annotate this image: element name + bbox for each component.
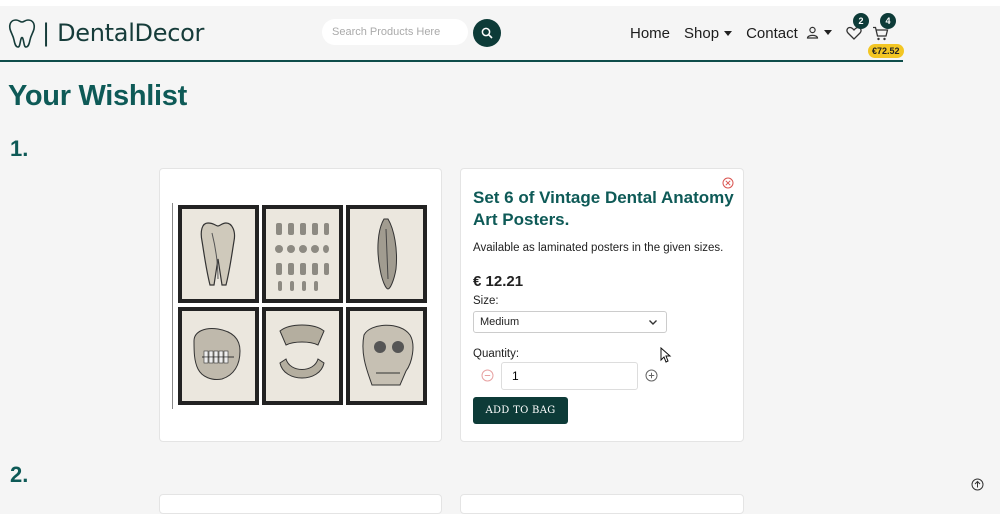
caret-down-icon xyxy=(824,30,832,35)
poster-frame xyxy=(178,307,259,405)
search-button[interactable] xyxy=(473,19,501,47)
cart-count-badge: 4 xyxy=(880,13,896,29)
wishlist-count-badge: 2 xyxy=(853,13,869,29)
chevron-down-icon xyxy=(649,320,657,325)
size-selected-value: Medium xyxy=(480,316,520,328)
scroll-to-top-button[interactable] xyxy=(971,478,984,496)
main-nav: Home Shop Contact xyxy=(630,25,812,42)
poster-frame xyxy=(346,205,427,303)
product-price: € 12.21 xyxy=(473,273,524,290)
brand[interactable]: | DentalDecor xyxy=(8,18,204,48)
item-number: 1. xyxy=(10,136,29,161)
cart-total-badge: €72.52 xyxy=(868,44,904,58)
product-image-card[interactable] xyxy=(159,168,442,442)
user-icon xyxy=(806,26,819,39)
size-select[interactable]: Medium xyxy=(473,311,667,333)
quantity-label: Quantity: xyxy=(473,348,520,360)
product-description: Available as laminated posters in the gi… xyxy=(473,242,724,254)
tooth-icon xyxy=(8,19,36,48)
decrease-quantity-button[interactable] xyxy=(481,369,494,387)
product-title[interactable]: Set 6 of Vintage Dental Anatomy Art Post… xyxy=(473,187,735,231)
poster-frame xyxy=(262,307,343,405)
search-bar xyxy=(322,19,501,47)
poster-frame xyxy=(178,205,259,303)
product-info-card: Set 6 of Vintage Dental Anatomy Art Post… xyxy=(460,168,744,442)
navbar: | DentalDecor Home Shop Contact 2 xyxy=(0,6,904,62)
quantity-input[interactable] xyxy=(501,362,638,390)
arrow-up-circle-icon xyxy=(971,478,984,491)
plus-circle-icon xyxy=(645,369,658,382)
page-title: Your Wishlist xyxy=(8,80,187,112)
pointer-icon xyxy=(660,346,672,363)
nav-shop-label: Shop xyxy=(684,25,720,42)
item-number: 2. xyxy=(10,462,29,487)
brand-name: | DentalDecor xyxy=(42,19,205,47)
wishlist-button[interactable]: 2 xyxy=(846,13,869,45)
add-to-bag-button[interactable]: ADD TO BAG xyxy=(473,397,568,424)
caret-down-icon xyxy=(724,31,733,36)
nav-home[interactable]: Home xyxy=(630,25,670,42)
product-image-card[interactable] xyxy=(159,494,442,514)
account-menu[interactable] xyxy=(806,26,832,39)
cart-button[interactable]: 4 xyxy=(872,13,896,46)
search-input[interactable] xyxy=(322,19,468,45)
product-info-card xyxy=(460,494,744,514)
nav-contact[interactable]: Contact xyxy=(746,25,798,42)
poster-frame xyxy=(262,205,343,303)
increase-quantity-button[interactable] xyxy=(645,369,658,387)
poster-frame xyxy=(346,307,427,405)
mouse-cursor xyxy=(660,346,672,368)
product-image xyxy=(172,203,431,409)
nav-shop[interactable]: Shop xyxy=(684,25,733,42)
minus-circle-icon xyxy=(481,369,494,382)
size-label: Size: xyxy=(473,295,499,307)
search-icon xyxy=(481,27,493,39)
